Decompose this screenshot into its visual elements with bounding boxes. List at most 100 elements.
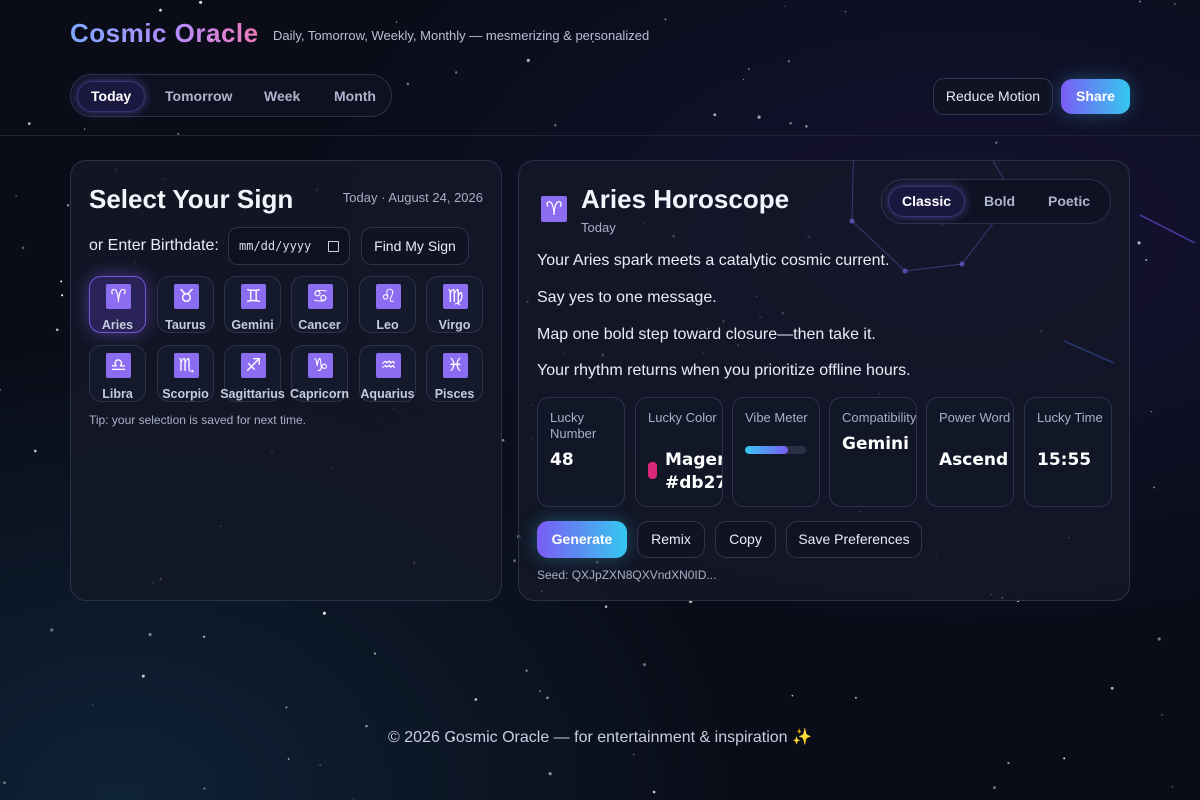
- seed-text: Seed: QXJpZXN8QXVndXN0ID...: [537, 568, 717, 582]
- app-tagline: Daily, Tomorrow, Weekly, Monthly — mesme…: [273, 28, 650, 43]
- sign-cancer[interactable]: ♋ Cancer: [291, 276, 348, 333]
- stat-label: Lucky Number: [550, 410, 597, 441]
- compatibility-card: Compatibility Gemini: [829, 397, 917, 507]
- star: [50, 628, 54, 632]
- copy-button[interactable]: Copy: [715, 521, 776, 558]
- sign-label: Cancer: [298, 318, 341, 332]
- star: [352, 798, 355, 800]
- taurus-icon: ♉: [174, 284, 199, 309]
- star: [546, 696, 549, 700]
- sign-label: Libra: [102, 387, 133, 401]
- star: [1171, 786, 1174, 788]
- lucky-time-value: 15:55: [1037, 450, 1092, 470]
- star: [3, 781, 6, 784]
- current-date: Today · August 24, 2026: [342, 190, 483, 205]
- star: [33, 449, 37, 453]
- sign-libra[interactable]: ♎ Libra: [89, 345, 146, 402]
- horoscope-subtitle: Today: [581, 220, 616, 235]
- aries-icon: ♈: [106, 284, 131, 309]
- star: [60, 294, 64, 297]
- star: [995, 141, 998, 144]
- stat-label: Vibe Meter: [745, 410, 808, 425]
- save-preferences-button[interactable]: Save Preferences: [786, 521, 922, 558]
- reduce-motion-button[interactable]: Reduce Motion: [933, 78, 1053, 115]
- tab-bold[interactable]: Bold: [970, 186, 1029, 217]
- sign-gemini[interactable]: ♊ Gemini: [224, 276, 281, 333]
- star: [1150, 410, 1153, 413]
- star: [538, 690, 541, 693]
- app-header: Cosmic Oracle Daily, Tomorrow, Weekly, M…: [0, 0, 1200, 136]
- star: [854, 696, 857, 699]
- sign-selection-panel: Select Your Sign Today · August 24, 2026…: [70, 160, 502, 601]
- sign-label: Leo: [376, 318, 399, 332]
- aries-glyph-icon: ♈: [541, 196, 567, 222]
- cancer-icon: ♋: [308, 284, 333, 309]
- star: [21, 246, 25, 250]
- star: [652, 790, 656, 794]
- find-my-sign-button[interactable]: Find My Sign: [361, 227, 469, 265]
- star: [287, 758, 290, 760]
- tab-week[interactable]: Week: [250, 81, 314, 112]
- virgo-icon: ♍: [443, 284, 468, 309]
- stat-label: Lucky Time: [1037, 410, 1103, 425]
- star: [322, 611, 326, 615]
- generate-button[interactable]: Generate: [537, 521, 627, 558]
- star: [642, 663, 647, 667]
- sign-label: Virgo: [438, 318, 471, 332]
- selection-tip: Tip: your selection is saved for next ti…: [89, 413, 306, 427]
- range-tabs: Today Tomorrow Week Month: [70, 74, 392, 117]
- tab-classic[interactable]: Classic: [888, 186, 966, 217]
- sign-label: Aries: [101, 318, 134, 332]
- star: [15, 195, 17, 198]
- tab-poetic[interactable]: Poetic: [1034, 186, 1104, 217]
- lucky-color-hex: #db2777: [665, 473, 722, 493]
- calendar-icon[interactable]: [328, 241, 339, 252]
- sign-taurus[interactable]: ♉ Taurus: [157, 276, 214, 333]
- star: [66, 204, 70, 207]
- lucky-color-card: Lucky Color Magenta #db2777: [635, 397, 723, 507]
- vibe-meter-fill: [745, 446, 788, 454]
- sign-pisces[interactable]: ♓ Pisces: [426, 345, 483, 402]
- star: [474, 698, 478, 701]
- compatibility-value: Gemini: [842, 434, 909, 454]
- lucky-color-swatch: [648, 462, 657, 479]
- star: [1110, 686, 1114, 690]
- sign-aries[interactable]: ♈ Aries: [89, 276, 146, 333]
- sign-virgo[interactable]: ♍ Virgo: [426, 276, 483, 333]
- horoscope-line: Your rhythm returns when you prioritize …: [537, 362, 911, 379]
- star: [525, 669, 528, 672]
- capricorn-icon: ♑: [308, 353, 333, 378]
- sign-sagittarius[interactable]: ♐ Sagittarius: [220, 345, 285, 402]
- remix-button[interactable]: Remix: [637, 521, 705, 558]
- star: [319, 764, 321, 766]
- star: [1153, 486, 1155, 489]
- tab-month[interactable]: Month: [320, 81, 390, 112]
- sign-label: Sagittarius: [220, 387, 285, 401]
- star: [633, 753, 635, 756]
- app-title: Cosmic Oracle: [70, 18, 259, 48]
- birthdate-input[interactable]: mm/dd/yyyy: [228, 227, 350, 265]
- shooting-star: [1139, 214, 1196, 244]
- star: [373, 652, 377, 655]
- share-button[interactable]: Share: [1061, 79, 1130, 114]
- power-word-card: Power Word Ascend: [926, 397, 1014, 507]
- sign-scorpio[interactable]: ♏ Scorpio: [157, 345, 214, 402]
- star: [1160, 713, 1163, 716]
- libra-icon: ♎: [106, 353, 131, 378]
- sparkle-icon: ✨: [792, 729, 812, 746]
- star: [1063, 757, 1066, 760]
- star: [91, 704, 94, 706]
- star: [501, 438, 505, 442]
- sign-capricorn[interactable]: ♑ Capricorn: [290, 345, 349, 402]
- lucky-number-value: 48: [550, 450, 574, 470]
- star: [285, 706, 288, 709]
- star: [60, 280, 63, 283]
- tab-today[interactable]: Today: [77, 81, 146, 112]
- sign-leo[interactable]: ♌ Leo: [359, 276, 416, 333]
- scorpio-icon: ♏: [174, 353, 199, 378]
- sign-label: Taurus: [165, 318, 206, 332]
- style-tabs: Classic Bold Poetic: [881, 179, 1111, 224]
- sign-aquarius[interactable]: ♒ Aquarius: [359, 345, 416, 402]
- stat-label: Compatibility: [842, 410, 917, 425]
- tab-tomorrow[interactable]: Tomorrow: [151, 81, 246, 112]
